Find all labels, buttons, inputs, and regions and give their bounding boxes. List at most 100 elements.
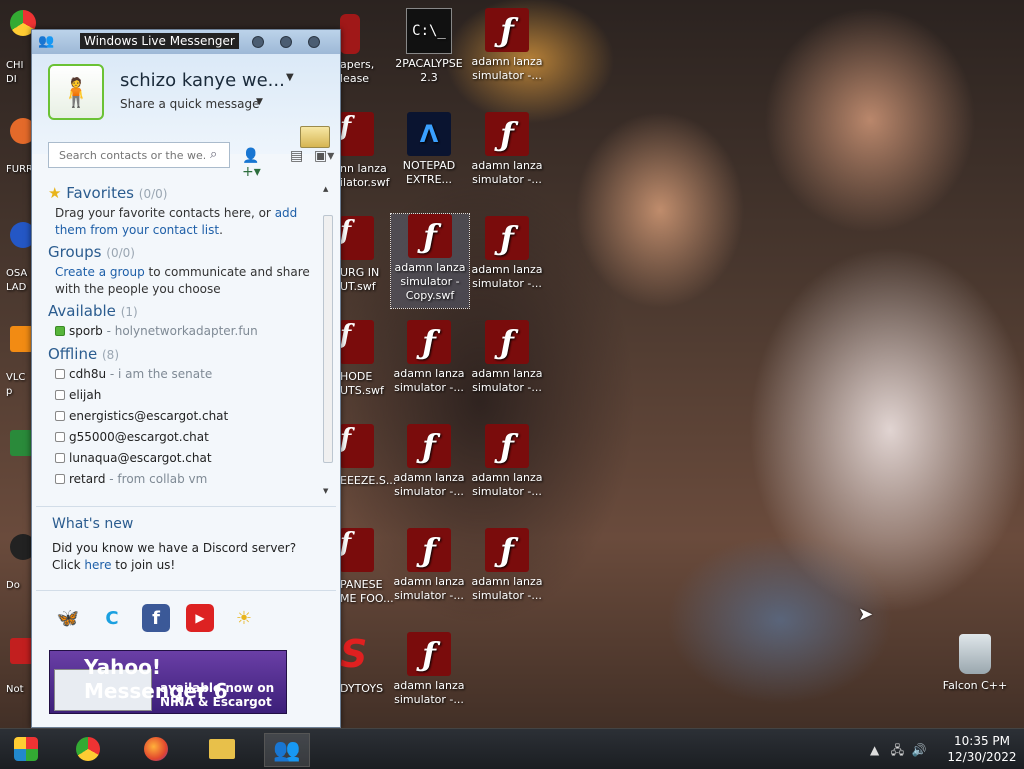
icon-label: adamn lanza — [393, 679, 465, 692]
icon-label: adamn lanza — [393, 471, 465, 484]
chrome-taskbar-icon[interactable] — [68, 733, 108, 765]
icon-label: simulator -... — [472, 589, 542, 602]
offline-status-icon — [55, 389, 65, 400]
personal-message[interactable]: Share a quick message — [120, 97, 259, 111]
create-group-link[interactable]: Create a group — [55, 265, 145, 279]
desktop-icon[interactable]: ƒ adamn lanza simulator -... — [468, 8, 546, 83]
flash-icon[interactable]: ƒ — [340, 216, 374, 260]
contact-list[interactable]: ★ Favorites (0/0) Drag your favorite con… — [48, 180, 324, 498]
tray-expand-icon[interactable]: ▲ — [870, 743, 879, 757]
mail-icon[interactable] — [300, 126, 330, 148]
add-contact-icon[interactable]: 👤+▾ — [242, 148, 261, 180]
contact-list-scrollbar[interactable]: ▲ ▼ — [322, 185, 333, 497]
group-groups[interactable]: Groups (0/0) — [48, 243, 324, 261]
volume-icon[interactable]: 🔊 — [912, 743, 927, 757]
group-available[interactable]: Available (1) — [48, 302, 324, 320]
youtube-icon[interactable]: ▶ — [186, 604, 214, 632]
desktop-icon[interactable]: ƒ adamn lanza simulator -... — [390, 424, 468, 499]
chevron-down-icon[interactable]: ▼ — [286, 72, 294, 83]
scroll-up-icon[interactable]: ▲ — [323, 185, 328, 193]
desktop-icon[interactable]: C:\_ 2PACALYPSE 2.3 — [390, 8, 468, 85]
flash-icon[interactable]: ƒ — [340, 424, 374, 468]
maximize-button[interactable] — [280, 36, 292, 48]
contact-item[interactable]: lunaqua@escargot.chat — [55, 447, 324, 468]
messenger-taskbar-icon[interactable]: 👥 — [264, 733, 310, 767]
discord-link[interactable]: here — [84, 558, 111, 572]
offline-status-icon — [55, 368, 65, 379]
ad-line2: available now on — [160, 681, 275, 695]
desktop-partial-label: p — [6, 386, 13, 397]
contact-item[interactable]: elijah — [55, 384, 324, 405]
icon-label: simulator -... — [394, 381, 464, 394]
desktop-partial-label: apers, — [340, 58, 375, 71]
flash-icon[interactable]: ƒ — [340, 528, 374, 572]
icon-label: simulator -... — [394, 693, 464, 706]
contact-item[interactable]: sporb - holynetworkadapter.fun — [55, 320, 324, 341]
desktop-icon[interactable]: Λ NOTEPAD EXTRE... — [390, 112, 468, 187]
group-name: Favorites — [66, 184, 134, 202]
contact-name: elijah — [69, 387, 102, 402]
desktop-partial-label: HODE — [340, 370, 373, 383]
desktop-partial-label: ME FOO... — [340, 592, 394, 605]
contact-item[interactable]: energistics@escargot.chat — [55, 405, 324, 426]
desktop-partial-label: PANESE — [340, 578, 383, 591]
icon-label: simulator -... — [394, 485, 464, 498]
minimize-button[interactable] — [252, 36, 264, 48]
icon-label: adamn lanza — [471, 471, 543, 484]
app-icon[interactable] — [340, 14, 360, 54]
close-button[interactable] — [308, 36, 320, 48]
yahoo-messenger-ad[interactable]: Yahoo! Messenger 6 available now on NINA… — [49, 650, 287, 714]
display-name[interactable]: schizo kanye we... — [120, 70, 285, 91]
contact-name: cdh8u — [69, 366, 107, 381]
firefox-taskbar-icon[interactable] — [136, 733, 176, 765]
app-icon[interactable]: S — [340, 632, 374, 676]
flash-icon[interactable]: ƒ — [340, 320, 374, 364]
desktop-icon[interactable]: ƒ adamn lanza simulator -... — [468, 424, 546, 499]
icon-label: simulator -... — [472, 277, 542, 290]
clock[interactable]: 10:35 PM 12/30/2022 — [944, 733, 1020, 765]
scroll-thumb[interactable] — [323, 215, 333, 463]
desktop-icon[interactable]: ƒ adamn lanza simulator -... — [390, 528, 468, 603]
windows-live-butterfly-icon[interactable]: 🦋 — [54, 604, 82, 632]
desktop-icon[interactable]: ƒ adamn lanza simulator -... — [468, 112, 546, 187]
facebook-icon[interactable]: f — [142, 604, 170, 632]
icon-label: adamn lanza — [471, 367, 543, 380]
avatar[interactable]: 🧍 — [48, 64, 104, 120]
icon-label: simulator -... — [472, 381, 542, 394]
flash-icon: ƒ — [485, 216, 529, 260]
desktop-icon-selected[interactable]: ƒ adamn lanza simulator - Copy.swf — [390, 213, 470, 309]
scroll-down-icon[interactable]: ▼ — [323, 487, 328, 495]
network-icon[interactable]: 🖧 — [891, 743, 904, 757]
desktop-icon[interactable]: ƒ adamn lanza simulator -... — [468, 320, 546, 395]
help-text: . — [219, 223, 223, 237]
flash-icon: ƒ — [408, 214, 452, 258]
desktop-icon[interactable]: ƒ adamn lanza simulator -... — [390, 320, 468, 395]
group-offline[interactable]: Offline (8) — [48, 345, 324, 363]
contact-sep: - — [106, 366, 119, 381]
search-input[interactable] — [48, 142, 230, 168]
weather-sun-icon[interactable]: ☀ — [230, 604, 258, 632]
chevron-down-icon[interactable]: ▼ — [256, 97, 263, 107]
desktop-icon[interactable]: ƒ adamn lanza simulator -... — [468, 528, 546, 603]
desktop-partial-label: OSA — [6, 268, 28, 279]
icon-label: 2PACALYPSE — [395, 57, 463, 70]
options-icon[interactable]: ▣▾ — [314, 148, 334, 164]
contact-item[interactable]: cdh8u - i am the senate — [55, 363, 324, 384]
title-bar[interactable]: 👥 Windows Live Messenger — [32, 30, 340, 54]
edge-icon[interactable]: C — [98, 604, 126, 632]
desktop-icon[interactable]: ƒ adamn lanza simulator -... — [390, 632, 468, 707]
start-button[interactable] — [6, 733, 46, 765]
search-icon[interactable]: ⌕ — [210, 147, 217, 162]
flash-icon: ƒ — [407, 320, 451, 364]
flash-icon: ƒ — [407, 528, 451, 572]
window-title: Windows Live Messenger — [80, 33, 239, 49]
desktop-icon[interactable]: Falcon C++ — [936, 632, 1014, 693]
group-favorites[interactable]: ★ Favorites (0/0) — [48, 184, 324, 202]
flash-icon[interactable]: ƒ — [340, 112, 374, 156]
messenger-window[interactable]: 👥 Windows Live Messenger 🧍 schizo kanye … — [31, 29, 341, 728]
contact-item[interactable]: g55000@escargot.chat — [55, 426, 324, 447]
desktop-icon[interactable]: ƒ adamn lanza simulator -... — [468, 216, 546, 291]
contact-item[interactable]: retard - from collab vm — [55, 468, 324, 489]
layout-icon[interactable]: ▤ — [290, 148, 303, 164]
file-explorer-icon[interactable] — [202, 733, 242, 765]
